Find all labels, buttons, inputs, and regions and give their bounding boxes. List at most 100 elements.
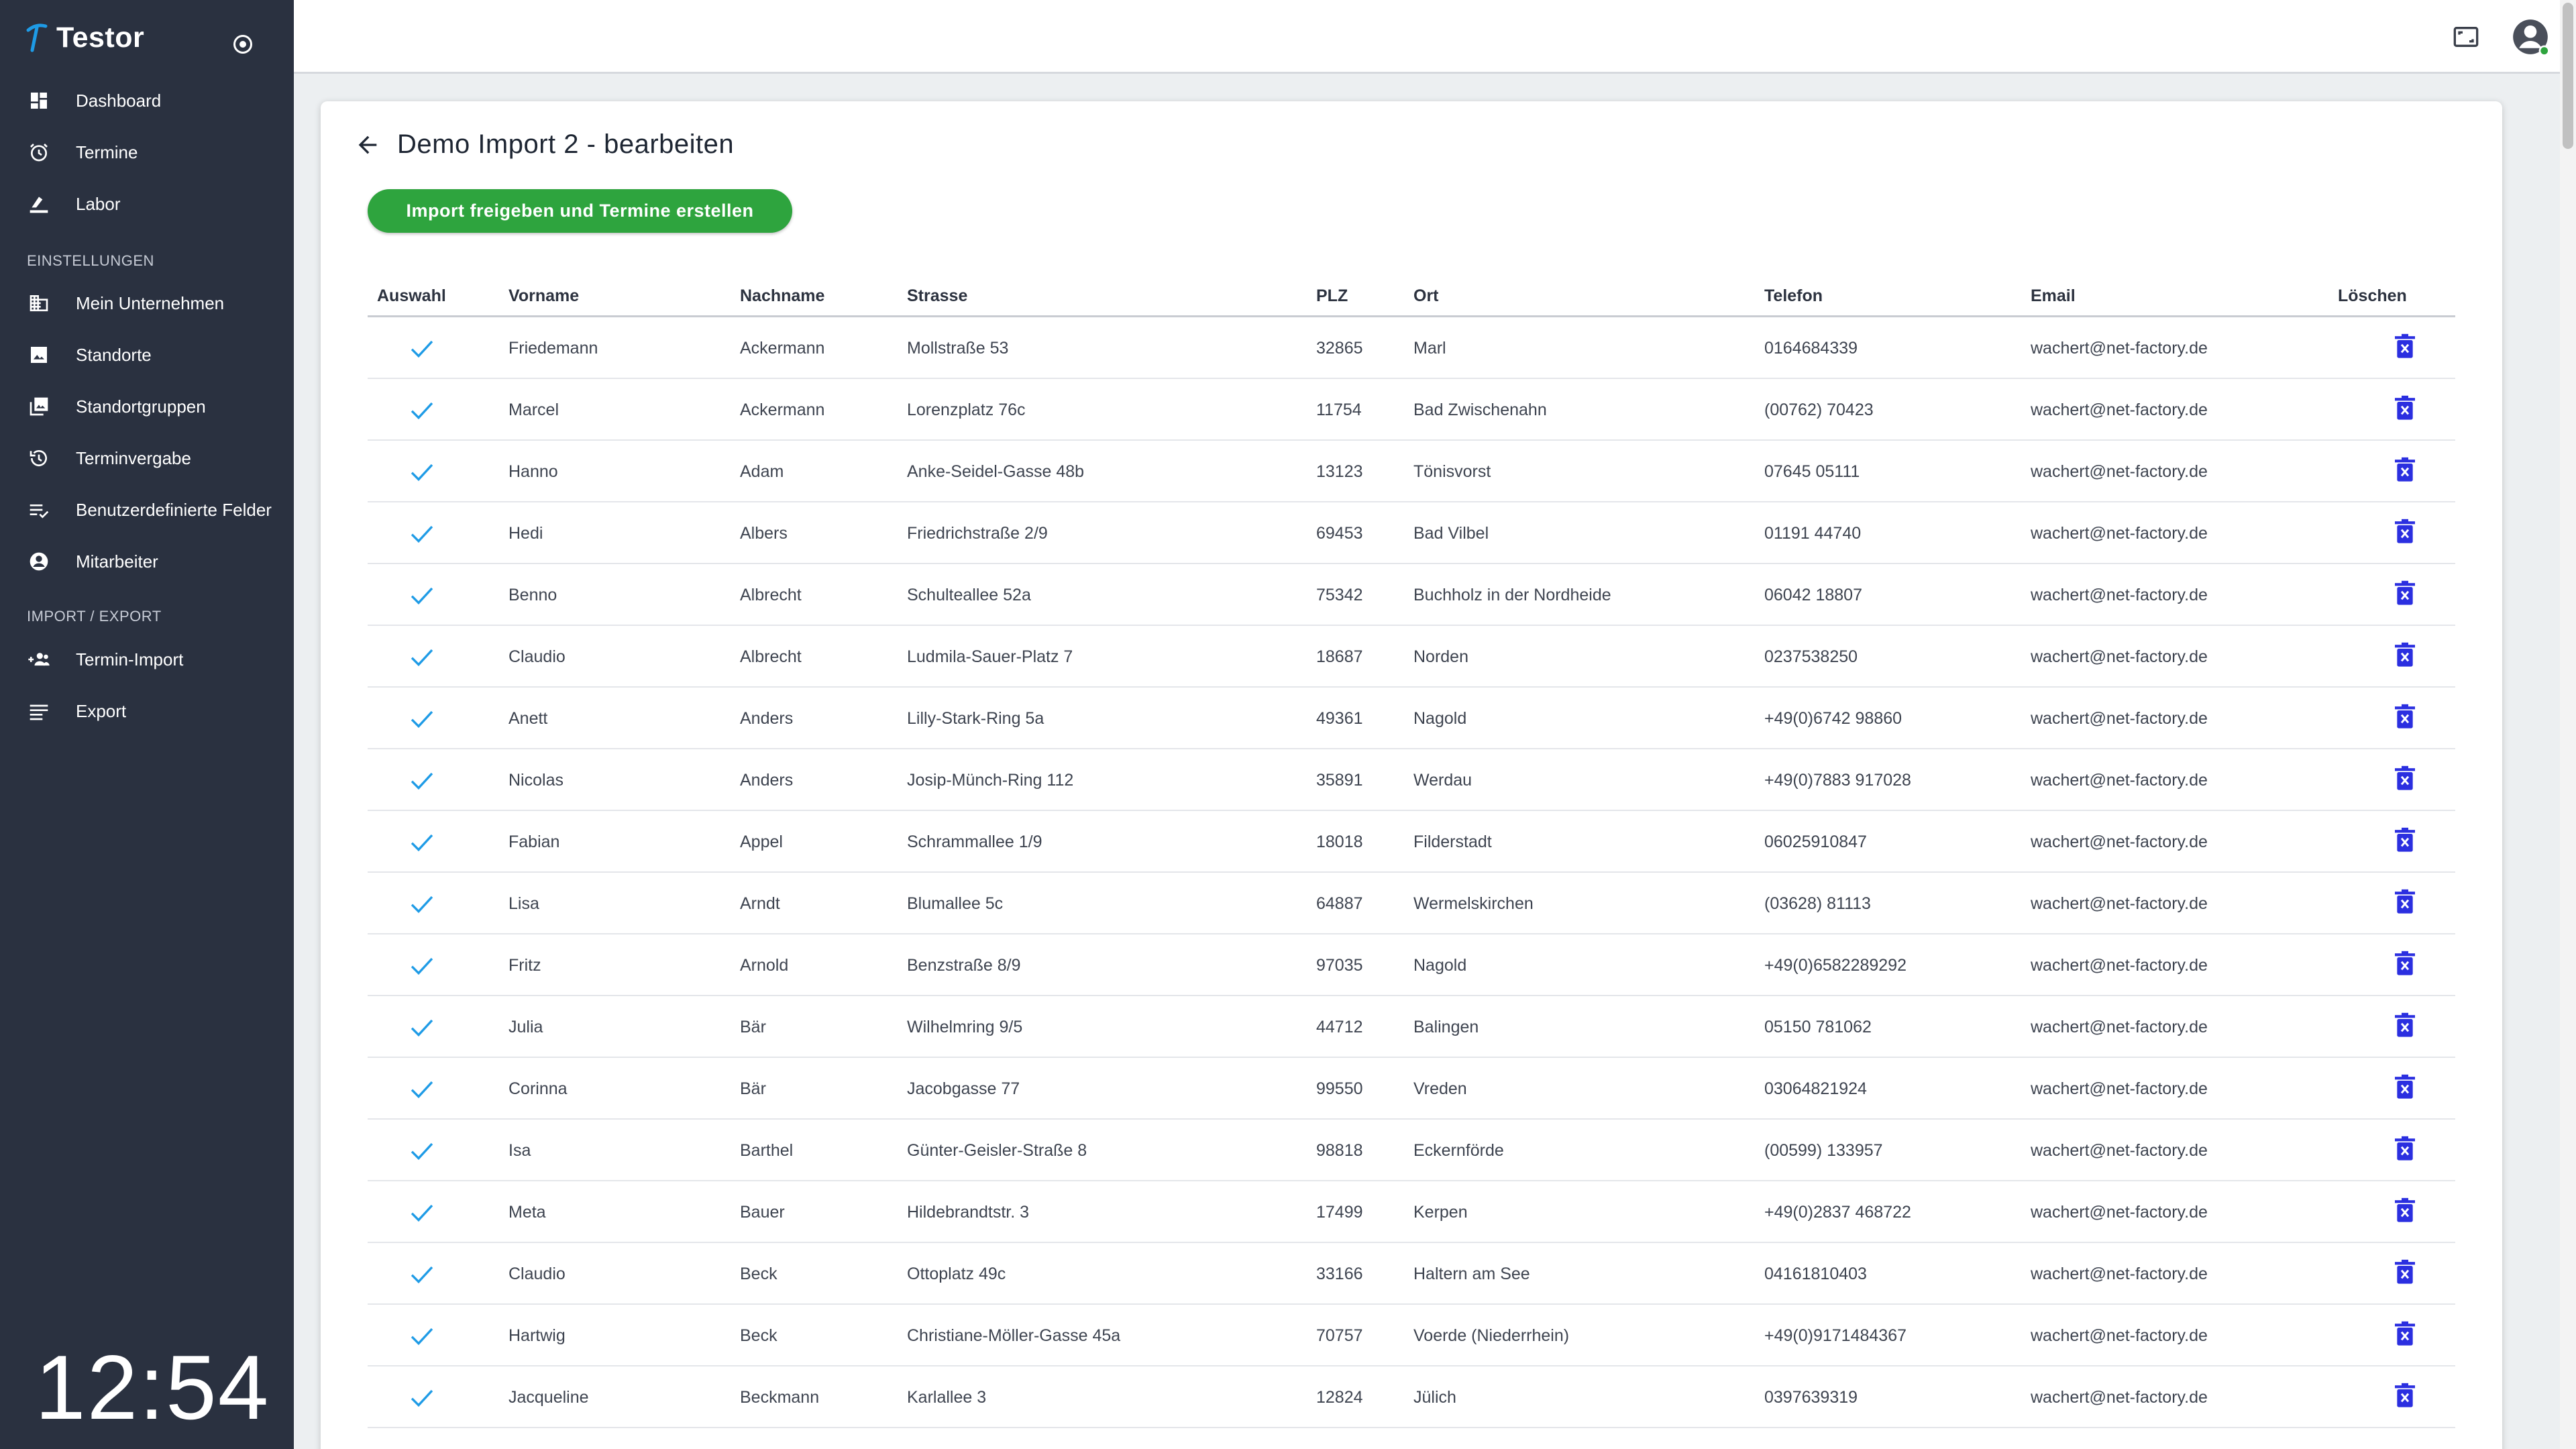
sidebar-item-termine[interactable]: Termine xyxy=(0,129,294,176)
cell-email: wachert@net-factory.de xyxy=(2031,833,2208,851)
table-row: Hanno Adam Anke-Seidel-Gasse 48b 13123 T… xyxy=(368,441,2455,502)
cell-email: wachert@net-factory.de xyxy=(2031,586,2208,604)
sidebar-item-label: Terminvergabe xyxy=(76,447,191,468)
sidebar-toggle-icon[interactable] xyxy=(233,35,252,54)
cell-vorname: Meta xyxy=(508,1203,546,1222)
page-scrollbar[interactable] xyxy=(2560,0,2576,1449)
cell-strasse: Karlallee 3 xyxy=(907,1388,987,1407)
sidebar-item-label: Termine xyxy=(76,142,138,162)
checkmark-icon[interactable] xyxy=(407,705,437,732)
sidebar-item-mitarbeiter[interactable]: Mitarbeiter xyxy=(0,538,294,585)
checkmark-icon[interactable] xyxy=(407,643,437,670)
cell-ort: Buchholz in der Nordheide xyxy=(1413,586,1611,604)
checkmark-icon[interactable] xyxy=(407,767,437,794)
cell-strasse: Günter-Geisler-Straße 8 xyxy=(907,1141,1087,1160)
checkmark-icon[interactable] xyxy=(407,1322,437,1349)
delete-icon[interactable] xyxy=(2394,1197,2416,1224)
cell-ort: Vreden xyxy=(1413,1079,1467,1098)
delete-icon[interactable] xyxy=(2394,580,2416,607)
cell-telefon: 0397639319 xyxy=(1764,1388,1858,1407)
back-arrow-icon[interactable] xyxy=(354,131,381,158)
checkmark-icon[interactable] xyxy=(407,1199,437,1226)
cell-nachname: Albrecht xyxy=(740,586,802,604)
sidebar-item-terminvergabe[interactable]: Terminvergabe xyxy=(0,435,294,482)
delete-icon[interactable] xyxy=(2394,765,2416,792)
cell-plz: 18687 xyxy=(1316,647,1363,666)
checkmark-icon[interactable] xyxy=(407,582,437,608)
checkmark-icon[interactable] xyxy=(407,1137,437,1164)
table-row: Jacqueline Beckmann Karlallee 3 12824 Jü… xyxy=(368,1366,2455,1428)
delete-icon[interactable] xyxy=(2394,1383,2416,1409)
delete-icon[interactable] xyxy=(2394,519,2416,545)
cell-email: wachert@net-factory.de xyxy=(2031,1203,2208,1222)
cell-telefon: (03628) 81113 xyxy=(1764,894,1871,913)
sidebar-item-benutzerdefinierte-felder[interactable]: Benutzerdefinierte Felder xyxy=(0,486,294,533)
cell-vorname: Hedi xyxy=(508,524,543,543)
checkmark-icon[interactable] xyxy=(407,458,437,485)
sidebar-item-label: Termin-Import xyxy=(76,649,184,669)
checkmark-icon[interactable] xyxy=(407,1075,437,1102)
cell-ort: Voerde (Niederrhein) xyxy=(1413,1326,1570,1345)
cell-ort: Bad Zwischenahn xyxy=(1413,400,1547,419)
delete-icon[interactable] xyxy=(2394,827,2416,854)
delete-icon[interactable] xyxy=(2394,395,2416,422)
delete-icon[interactable] xyxy=(2394,704,2416,731)
checkmark-icon[interactable] xyxy=(407,396,437,423)
table-row: Claudio Beck Ottoplatz 49c 33166 Haltern… xyxy=(368,1243,2455,1305)
sidebar-item-termin-import[interactable]: Termin-Import xyxy=(0,636,294,683)
sidebar-item-standorte[interactable]: Standorte xyxy=(0,331,294,378)
cell-plz: 98818 xyxy=(1316,1141,1363,1160)
cell-telefon: 0164684339 xyxy=(1764,339,1858,358)
delete-icon[interactable] xyxy=(2394,642,2416,669)
table-row: Anett Anders Lilly-Stark-Ring 5a 49361 N… xyxy=(368,688,2455,749)
column-header-vorname: Vorname xyxy=(508,286,580,305)
image-icon xyxy=(27,343,51,367)
approve-import-button[interactable]: Import freigeben und Termine erstellen xyxy=(368,189,792,233)
sidebar-item-export[interactable]: Export xyxy=(0,688,294,735)
table-row: Benno Albrecht Schulteallee 52a 75342 Bu… xyxy=(368,564,2455,626)
cell-nachname: Albers xyxy=(740,524,788,543)
checkmark-icon[interactable] xyxy=(407,335,437,362)
checkmark-icon[interactable] xyxy=(407,520,437,547)
account-icon[interactable] xyxy=(2510,16,2551,61)
table-row: Isa Barthel Günter-Geisler-Straße 8 9881… xyxy=(368,1120,2455,1181)
delete-icon[interactable] xyxy=(2394,951,2416,977)
cell-nachname: Beck xyxy=(740,1265,777,1283)
delete-icon[interactable] xyxy=(2394,457,2416,484)
cell-email: wachert@net-factory.de xyxy=(2031,1265,2208,1283)
delete-icon[interactable] xyxy=(2394,333,2416,360)
delete-icon[interactable] xyxy=(2394,1259,2416,1286)
delete-icon[interactable] xyxy=(2394,1136,2416,1163)
table-row: Fabian Appel Schrammallee 1/9 18018 Fild… xyxy=(368,811,2455,873)
checkmark-icon[interactable] xyxy=(407,890,437,917)
sidebar-item-dashboard[interactable]: Dashboard xyxy=(0,77,294,124)
cell-vorname: Fritz xyxy=(508,956,541,975)
delete-icon[interactable] xyxy=(2394,1074,2416,1101)
cell-telefon: +49(0)6742 98860 xyxy=(1764,709,1902,728)
sidebar-section-settings: EINSTELLUNGEN xyxy=(27,252,154,269)
checkmark-icon[interactable] xyxy=(407,1014,437,1040)
app-name: Testor xyxy=(56,21,145,54)
cell-email: wachert@net-factory.de xyxy=(2031,709,2208,728)
checkmark-icon[interactable] xyxy=(407,828,437,855)
checkmark-icon[interactable] xyxy=(407,1384,437,1411)
checkmark-icon[interactable] xyxy=(407,952,437,979)
sidebar-item-labor[interactable]: Labor xyxy=(0,180,294,227)
cell-vorname: Corinna xyxy=(508,1079,568,1098)
cell-ort: Tönisvorst xyxy=(1413,462,1491,481)
delete-icon[interactable] xyxy=(2394,889,2416,916)
cell-ort: Balingen xyxy=(1413,1018,1479,1036)
sidebar-item-mein-unternehmen[interactable]: Mein Unternehmen xyxy=(0,280,294,327)
alarm-clock-icon xyxy=(27,140,51,164)
cell-ort: Norden xyxy=(1413,647,1468,666)
brand[interactable]: Testor xyxy=(25,17,144,58)
fullscreen-icon[interactable] xyxy=(2452,23,2480,54)
cell-nachname: Adam xyxy=(740,462,784,481)
person-circle-icon xyxy=(27,549,51,574)
checkmark-icon[interactable] xyxy=(407,1260,437,1287)
scrollbar-thumb[interactable] xyxy=(2563,3,2573,149)
delete-icon[interactable] xyxy=(2394,1321,2416,1348)
sidebar-item-standortgruppen[interactable]: Standortgruppen xyxy=(0,383,294,430)
cell-telefon: 07645 05111 xyxy=(1764,462,1860,481)
delete-icon[interactable] xyxy=(2394,1012,2416,1039)
